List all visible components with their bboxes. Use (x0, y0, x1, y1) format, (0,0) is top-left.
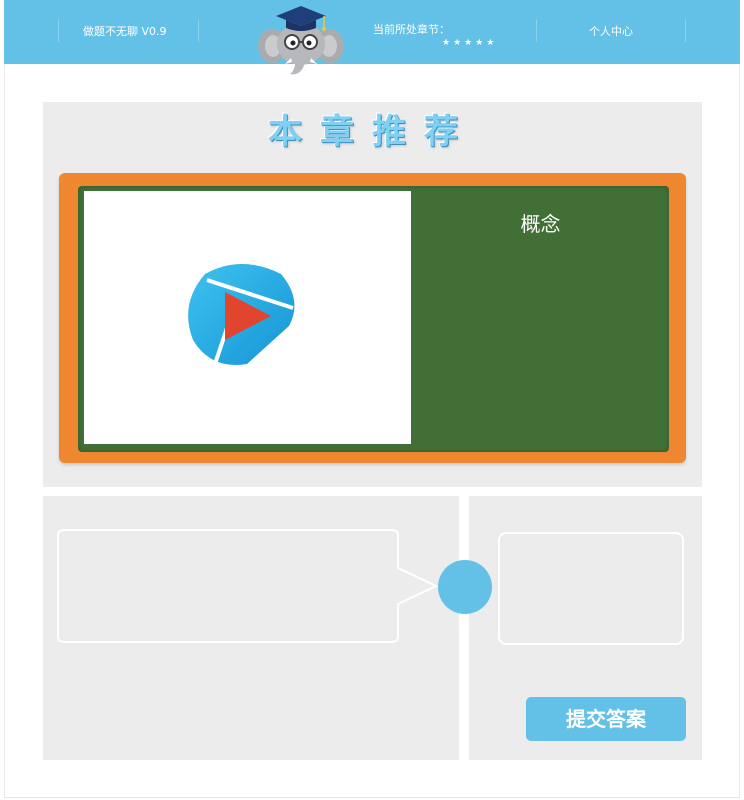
profile-link[interactable]: 个人中心 (589, 23, 633, 39)
header-divider (58, 20, 59, 42)
question-speech-bubble (57, 529, 439, 643)
video-play-icon[interactable] (185, 260, 297, 368)
header-divider (536, 20, 537, 42)
chapter-rating-stars: ★★★★★ (442, 38, 498, 48)
center-connector-dot (438, 560, 492, 614)
header-divider (198, 20, 199, 42)
current-chapter-label: 当前所处章节： (373, 23, 450, 36)
elephant-mascot-icon (258, 6, 344, 75)
concept-label: 概念 (520, 212, 561, 236)
answer-box[interactable] (498, 532, 684, 645)
submit-answer-button[interactable]: 提交答案 (526, 697, 686, 741)
app-title: 做题不无聊 V0.9 (83, 25, 167, 38)
header-divider (685, 20, 686, 42)
page-title: 本章推荐 (268, 112, 476, 152)
